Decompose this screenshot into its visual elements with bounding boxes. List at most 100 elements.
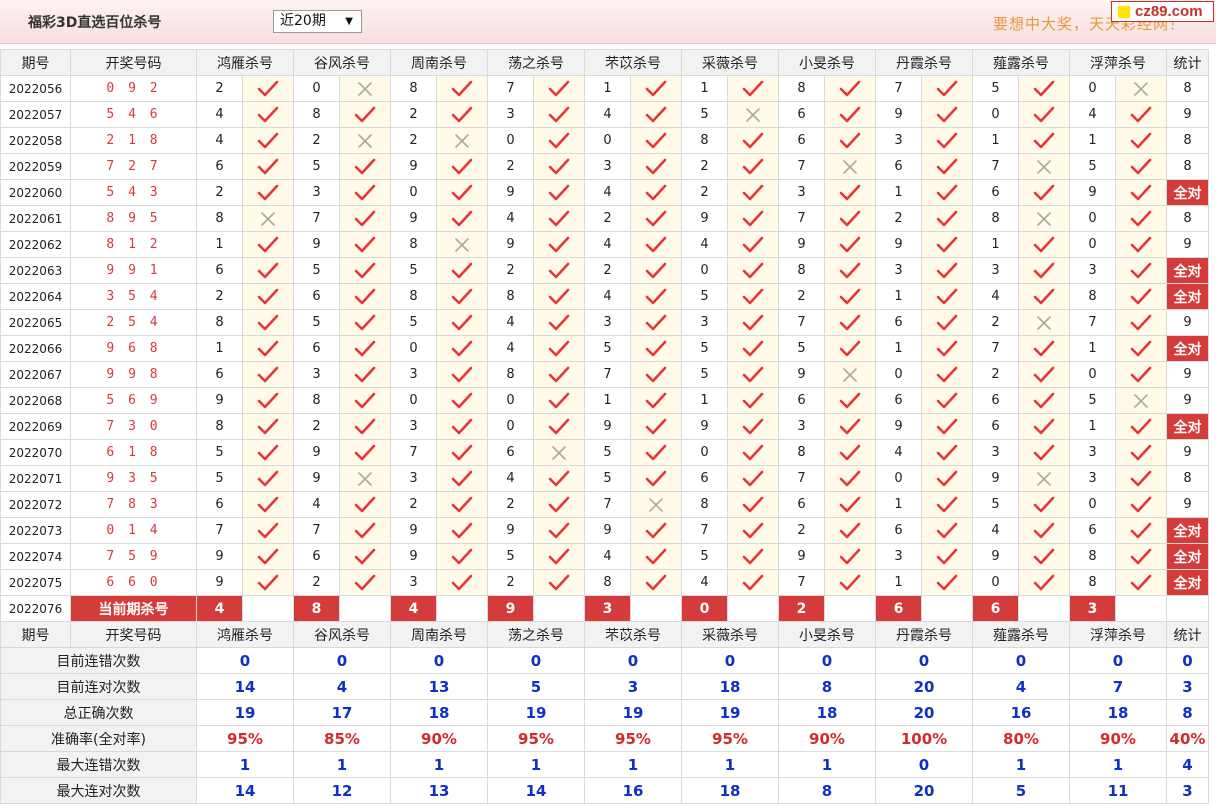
- result-cell: [436, 439, 488, 466]
- summary-value: 7: [1069, 673, 1167, 700]
- kill-number-cell: 2: [487, 153, 534, 180]
- kill-number-cell: 0: [972, 569, 1019, 596]
- draw-number-cell: 9 6 8: [70, 335, 197, 362]
- kill-number-cell: 8: [778, 439, 825, 466]
- summary-value: 17: [293, 699, 391, 726]
- check-icon: [839, 132, 861, 148]
- check-icon: [354, 158, 376, 174]
- stat-cell: 9: [1166, 491, 1209, 518]
- header-expert: 芣苡杀号: [584, 49, 682, 76]
- kill-number-cell: 5: [293, 153, 340, 180]
- header-expert: 小旻杀号: [778, 621, 876, 648]
- empty-cell: [242, 595, 294, 622]
- kill-number-cell: 2: [681, 153, 728, 180]
- kill-number-cell: 5: [681, 361, 728, 388]
- summary-label: 总正确次数: [0, 699, 197, 726]
- check-icon: [839, 288, 861, 304]
- cross-icon: [647, 497, 665, 512]
- check-icon: [742, 496, 764, 512]
- summary-value: 1: [390, 751, 488, 778]
- summary-value: 1: [778, 751, 876, 778]
- kill-number-cell: 4: [584, 179, 631, 206]
- table-row: 2022067 9 9 86 3 3 8 7 5 9 0 2 0 9: [0, 361, 1209, 388]
- summary-stat-value: 3: [1166, 673, 1209, 700]
- result-cell: [630, 569, 682, 596]
- check-icon: [742, 80, 764, 96]
- header-expert: 周南杀号: [390, 49, 488, 76]
- kill-number-cell: 5: [778, 335, 825, 362]
- result-cell: [921, 205, 973, 232]
- kill-number-cell: 5: [196, 465, 243, 492]
- check-icon: [354, 444, 376, 460]
- kill-number-cell: 4: [487, 465, 534, 492]
- cross-icon: [550, 445, 568, 460]
- check-icon: [936, 444, 958, 460]
- cross-icon: [1132, 393, 1150, 408]
- current-kill-number: 6: [972, 595, 1019, 622]
- kill-number-cell: 3: [1069, 257, 1116, 284]
- result-cell: [1018, 101, 1070, 128]
- stat-cell: 8: [1166, 465, 1209, 492]
- summary-value: 13: [390, 777, 488, 804]
- result-cell: [630, 335, 682, 362]
- period-cell: 2022072: [0, 491, 71, 518]
- empty-cell: [727, 595, 779, 622]
- draw-number-cell: 9 9 1: [70, 257, 197, 284]
- check-icon: [1130, 548, 1152, 564]
- check-icon: [548, 340, 570, 356]
- check-icon: [257, 444, 279, 460]
- kill-number-cell: 9: [487, 517, 534, 544]
- header-expert: 采薇杀号: [681, 621, 779, 648]
- period-select[interactable]: 近20期 ▼: [273, 10, 362, 33]
- result-cell: [824, 517, 876, 544]
- check-icon: [1130, 210, 1152, 226]
- draw-number-cell: 8 1 2: [70, 231, 197, 258]
- draw-number-cell: 8 9 5: [70, 205, 197, 232]
- result-cell: [727, 231, 779, 258]
- result-cell: [921, 543, 973, 570]
- result-cell: [630, 257, 682, 284]
- check-icon: [936, 184, 958, 200]
- summary-row: 目前连错次数 0 0 0 0 0 0 0 0 0 0 0: [0, 647, 1209, 674]
- check-icon: [354, 314, 376, 330]
- result-cell: [242, 179, 294, 206]
- kill-number-cell: 0: [487, 127, 534, 154]
- cross-icon: [1132, 81, 1150, 96]
- result-cell: [921, 257, 973, 284]
- result-cell: [533, 283, 585, 310]
- kill-number-cell: 9: [972, 465, 1019, 492]
- result-cell: [436, 413, 488, 440]
- period-cell: 2022062: [0, 231, 71, 258]
- result-cell: [727, 101, 779, 128]
- result-cell: [1018, 309, 1070, 336]
- site-logo[interactable]: cz89.com: [1111, 1, 1214, 22]
- check-icon: [839, 522, 861, 538]
- logo-text: cz89.com: [1135, 3, 1203, 20]
- result-cell: [533, 179, 585, 206]
- result-cell: [630, 153, 682, 180]
- period-cell: 2022065: [0, 309, 71, 336]
- summary-row: 准确率(全对率) 95% 85% 90% 95% 95% 95% 90% 100% 80% 90% 4…: [0, 725, 1209, 752]
- result-cell: [533, 387, 585, 414]
- summary-value: 1: [681, 751, 779, 778]
- period-cell: 2022069: [0, 413, 71, 440]
- check-icon: [1033, 522, 1055, 538]
- check-icon: [742, 444, 764, 460]
- kill-number-cell: 6: [293, 543, 340, 570]
- kill-number-cell: 2: [293, 413, 340, 440]
- cross-icon: [841, 159, 859, 174]
- draw-number-cell: 5 4 6: [70, 101, 197, 128]
- kill-number-cell: 1: [584, 75, 631, 102]
- result-cell: [242, 543, 294, 570]
- kill-number-cell: 5: [584, 465, 631, 492]
- kill-number-cell: 9: [681, 413, 728, 440]
- table-row: 2022063 9 9 1 6 5 5 2 2 0 8 3 3 3 全对: [0, 257, 1209, 284]
- kill-number-cell: 2: [487, 257, 534, 284]
- check-icon: [1130, 288, 1152, 304]
- result-cell: [1115, 335, 1167, 362]
- header-expert: 周南杀号: [390, 621, 488, 648]
- result-cell: [1115, 361, 1167, 388]
- result-cell: [533, 491, 585, 518]
- check-icon: [839, 262, 861, 278]
- kill-number-cell: 3: [584, 153, 631, 180]
